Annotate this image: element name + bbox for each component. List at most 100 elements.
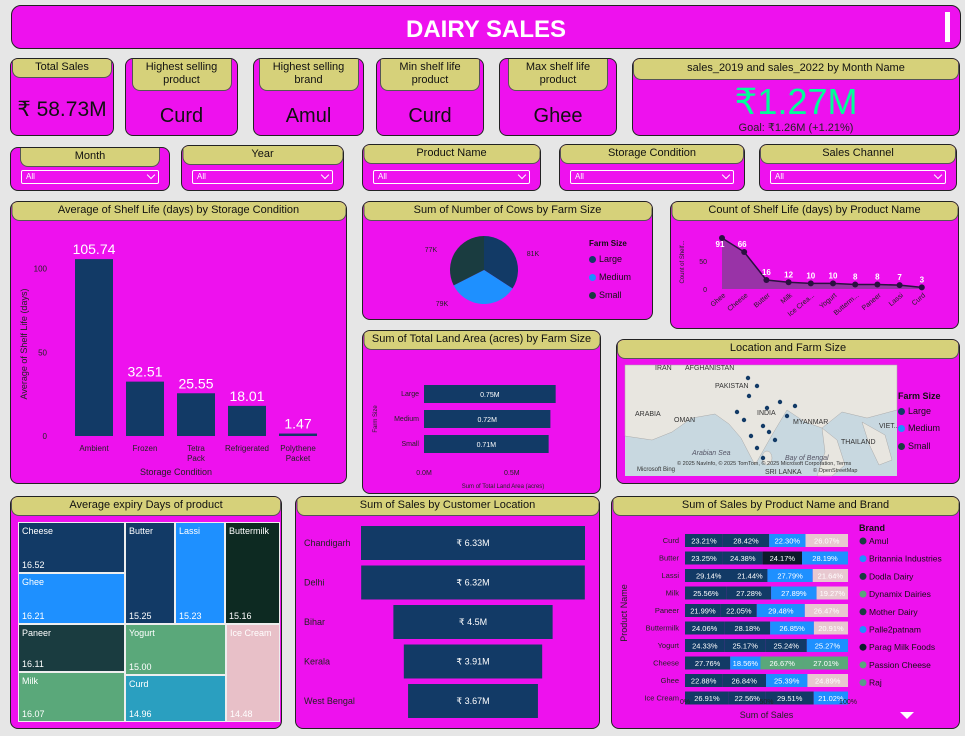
y-tick-label: Lassi bbox=[661, 571, 679, 580]
treemap-tile[interactable]: Ice Cream 14.48 bbox=[226, 624, 280, 722]
treemap-tile[interactable]: Lassi 15.23 bbox=[175, 522, 225, 624]
x-tick-label: 0.5M bbox=[504, 470, 520, 477]
map-place-label: IRAN bbox=[655, 365, 672, 372]
treemap-tile[interactable]: Ghee 16.21 bbox=[18, 573, 125, 624]
y-tick-label: Ghee bbox=[661, 676, 679, 685]
map-place-label: THAILAND bbox=[841, 439, 876, 446]
x-tick-label: 0.0M bbox=[416, 470, 432, 477]
treemap-tile[interactable]: Curd 14.96 bbox=[125, 675, 226, 722]
treemap-tile[interactable]: Butter 15.25 bbox=[125, 522, 175, 624]
month-dropdown[interactable]: All bbox=[21, 170, 159, 184]
map-point bbox=[760, 423, 766, 429]
data-label: ₹ 3.91M bbox=[456, 657, 489, 667]
legend-dot-icon bbox=[589, 274, 596, 282]
map-point bbox=[745, 375, 751, 381]
slicer-product-name[interactable]: Product Name All bbox=[362, 144, 541, 191]
treemap-tile[interactable]: Cheese 16.52 bbox=[18, 522, 125, 573]
x-tick-label: 100% bbox=[839, 699, 857, 706]
channel-dropdown[interactable]: All bbox=[770, 170, 946, 184]
tile-label: Lassi bbox=[179, 526, 201, 536]
legend-dot-icon bbox=[898, 408, 905, 416]
map-place-label: OMAN bbox=[674, 417, 695, 424]
data-label: 24.06% bbox=[692, 624, 718, 633]
tile-value: 16.11 bbox=[22, 659, 44, 669]
x-tick-label: Tetra bbox=[187, 444, 205, 453]
map-point bbox=[777, 399, 783, 405]
slicer-storage-condition[interactable]: Storage Condition All bbox=[559, 144, 745, 191]
chevron-down-icon[interactable] bbox=[721, 170, 731, 180]
data-label: 16 bbox=[762, 268, 771, 277]
y-tick-label: 100 bbox=[34, 265, 48, 274]
tile-label: Milk bbox=[22, 676, 38, 686]
treemap-tile[interactable]: Paneer 16.11 bbox=[18, 624, 125, 672]
data-label: 21.99% bbox=[690, 607, 716, 616]
map-copyright: © 2025 NavInfo, © 2025 TomTom, © 2025 Mi… bbox=[677, 460, 852, 467]
legend-label: Mother Dairy bbox=[869, 607, 918, 617]
tile-label: Curd bbox=[129, 679, 149, 689]
treemap-area: Cheese 16.52 Ghee 16.21 Paneer 16.11 Milk 16.07… bbox=[18, 522, 280, 722]
year-dropdown[interactable]: All bbox=[192, 170, 333, 184]
legend-dot-icon bbox=[859, 608, 867, 616]
map-point bbox=[748, 433, 754, 439]
data-label: 18.56% bbox=[733, 659, 759, 668]
data-label: 105.74 bbox=[73, 241, 116, 257]
legend-dot-icon bbox=[898, 443, 905, 451]
tile-value: 16.07 bbox=[22, 709, 45, 719]
chevron-down-icon[interactable] bbox=[933, 170, 943, 180]
data-label: 1.47 bbox=[284, 416, 311, 432]
location-sales-svg: Chandigarh ₹ 6.33M Delhi ₹ 6.32M Bihar ₹ 4.5M… bbox=[304, 526, 585, 718]
title-bar: DAIRY SALES bbox=[11, 5, 961, 49]
data-label: 27.01% bbox=[813, 659, 839, 668]
chevron-down-icon[interactable] bbox=[146, 170, 156, 180]
scroll-marker-icon bbox=[945, 12, 950, 42]
treemap-tile[interactable]: Buttermilk 15.16 bbox=[225, 522, 280, 624]
y-tick-label: 50 bbox=[38, 348, 47, 357]
treemap-tile[interactable]: Milk 16.07 bbox=[18, 672, 125, 722]
map-place-label: Arabian Sea bbox=[691, 450, 731, 457]
legend-item-medium[interactable]: Medium bbox=[589, 272, 631, 282]
data-label: 24.17% bbox=[770, 554, 796, 563]
x-tick-label: Packet bbox=[286, 454, 311, 463]
data-label: 28.18% bbox=[734, 624, 760, 633]
legend-item-large[interactable]: Large bbox=[589, 254, 622, 264]
legend-title: Brand bbox=[859, 523, 885, 533]
kpi-value: Curd bbox=[159, 105, 204, 127]
tile-value: 14.48 bbox=[230, 709, 253, 719]
growth-title: sales_2019 and sales_2022 by Month Name bbox=[633, 59, 959, 80]
land-area-svg: Farm Size Large 0.75M Medium 0.72M Small 0.71M… bbox=[373, 385, 556, 490]
legend-label: Dodla Dairy bbox=[869, 571, 914, 581]
legend-dot-icon bbox=[859, 590, 867, 598]
tile-value: 15.00 bbox=[129, 662, 152, 672]
slicer-month[interactable]: Month All bbox=[10, 147, 170, 191]
slicer-year[interactable]: Year All bbox=[181, 145, 344, 191]
chart-title: Average expiry Days of product bbox=[11, 497, 281, 516]
legend-item-medium[interactable]: Medium bbox=[898, 423, 940, 433]
kpi-max-shelf: Max shelf life product Ghee bbox=[499, 58, 617, 136]
treemap-tile[interactable]: Yogurt 15.00 bbox=[125, 624, 226, 675]
data-label: 28.42% bbox=[733, 537, 759, 546]
map-point bbox=[741, 417, 747, 423]
slicer-label: Year bbox=[182, 146, 343, 165]
data-label: 0.75M bbox=[480, 392, 500, 399]
chevron-down-icon[interactable] bbox=[517, 170, 527, 180]
category-label: Bihar bbox=[304, 617, 325, 627]
data-label: 8 bbox=[875, 273, 880, 282]
data-label: 77K bbox=[425, 247, 438, 254]
slicer-sales-channel[interactable]: Sales Channel All bbox=[759, 144, 957, 191]
map-point bbox=[784, 413, 790, 419]
product-dropdown[interactable]: All bbox=[373, 170, 530, 184]
kpi-min-shelf: Min shelf life product Curd bbox=[376, 58, 484, 136]
legend-item-large[interactable]: Large bbox=[898, 406, 931, 416]
tile-label: Yogurt bbox=[129, 628, 155, 638]
data-point bbox=[874, 281, 881, 288]
kpi-value: Ghee bbox=[533, 105, 583, 127]
legend-item-small[interactable]: Small bbox=[589, 290, 622, 300]
data-label: 27.79% bbox=[777, 572, 803, 581]
y-tick-label: Butter bbox=[659, 554, 680, 563]
y-axis-label: Count of Shelf... bbox=[680, 240, 686, 283]
chevron-down-icon[interactable] bbox=[320, 170, 330, 180]
legend-label: Small bbox=[908, 441, 931, 451]
legend-label: Medium bbox=[908, 423, 941, 433]
storage-dropdown[interactable]: All bbox=[570, 170, 734, 184]
legend-item-small[interactable]: Small bbox=[898, 441, 931, 451]
